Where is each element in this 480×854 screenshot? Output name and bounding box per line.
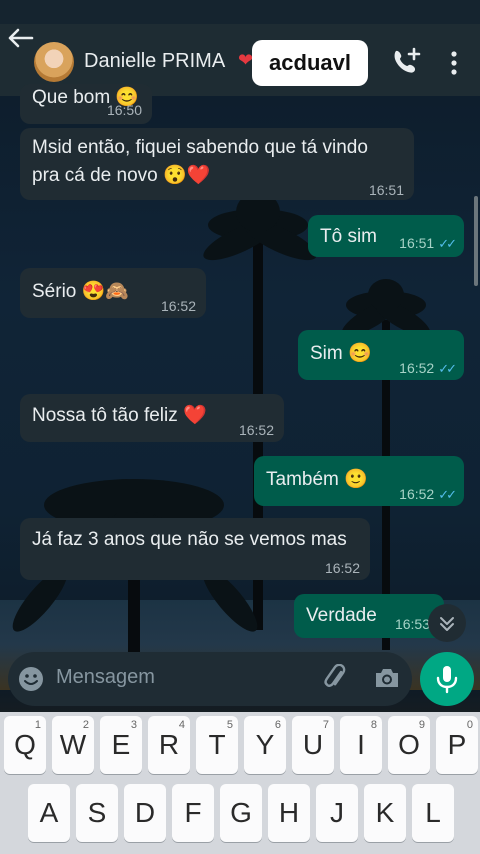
message-text-line2: pra cá de novo 😯❤️ — [32, 165, 211, 186]
camera-icon[interactable] — [374, 666, 400, 690]
contact-name-heart: ❤ — [238, 50, 254, 70]
message-outgoing[interactable]: Verdade 16:53 — [294, 594, 444, 638]
message-outgoing[interactable]: Tô sim 16:51 ✓✓ — [308, 215, 464, 257]
status-bar — [0, 0, 480, 24]
chat-scrollbar[interactable] — [474, 196, 478, 286]
message-text: Tô sim — [320, 226, 377, 247]
key-number-hint: 3 — [130, 719, 137, 731]
add-call-icon[interactable] — [390, 46, 422, 78]
key-label: P — [447, 729, 467, 760]
key-label: E — [111, 729, 131, 760]
message-time: 16:52 ✓✓ — [399, 486, 457, 502]
key-label: O — [398, 729, 420, 760]
key-label: H — [278, 797, 300, 828]
key-number-hint: 0 — [466, 719, 473, 731]
read-ticks-icon: ✓✓ — [438, 487, 457, 502]
key-d[interactable]: D — [124, 784, 166, 842]
message-text: Verdade — [306, 605, 377, 626]
key-r[interactable]: R4 — [148, 716, 190, 774]
message-time: 16:52 ✓✓ — [399, 360, 457, 376]
key-h[interactable]: H — [268, 784, 310, 842]
message-outgoing[interactable]: Também 🙂 16:52 ✓✓ — [254, 456, 464, 506]
key-label: S — [87, 797, 107, 828]
key-number-hint: 7 — [322, 719, 329, 731]
key-number-hint: 5 — [226, 719, 233, 731]
message-text-line1: Msid então, fiquei sabendo que tá vindo — [32, 137, 368, 158]
key-label: G — [230, 797, 252, 828]
microphone-icon — [436, 666, 458, 694]
key-o[interactable]: O9 — [388, 716, 430, 774]
message-time: 16:52 — [160, 298, 196, 314]
key-number-hint: 8 — [370, 719, 377, 731]
back-arrow-icon[interactable] — [6, 26, 34, 50]
message-input[interactable]: Mensagem — [56, 666, 155, 689]
message-time: 16:52 — [324, 560, 360, 576]
scroll-down-button[interactable] — [428, 604, 466, 642]
key-label: W — [59, 729, 87, 760]
message-incoming[interactable]: Sério 😍🙈 16:52 — [20, 268, 206, 318]
key-number-hint: 1 — [34, 719, 41, 731]
key-label: R — [158, 729, 180, 760]
key-u[interactable]: U7 — [292, 716, 334, 774]
message-text: Nossa tô tão feliz ❤️ — [32, 405, 207, 426]
key-g[interactable]: G — [220, 784, 262, 842]
attach-clip-icon[interactable] — [322, 664, 350, 692]
read-ticks-icon: ✓✓ — [438, 361, 457, 376]
key-label: I — [357, 729, 365, 760]
key-label: F — [184, 797, 202, 828]
avatar[interactable] — [34, 42, 74, 82]
key-label: A — [39, 797, 59, 828]
key-f[interactable]: F — [172, 784, 214, 842]
key-label: T — [208, 729, 226, 760]
key-label: Y — [255, 729, 275, 760]
message-outgoing[interactable]: Sim 😊 16:52 ✓✓ — [298, 330, 464, 380]
menu-dots-icon[interactable] — [446, 50, 462, 76]
message-incoming[interactable]: Já faz 3 anos que não se vemos mas 16:52 — [20, 518, 370, 580]
key-q[interactable]: Q1 — [4, 716, 46, 774]
message-time: 16:51 ✓✓ — [399, 235, 457, 251]
message-incoming[interactable]: Que bom 😊 16:50 — [20, 84, 152, 124]
on-screen-keyboard: Q1W2E3R4T5Y6U7I8O9P0ASDFGHJKL — [0, 712, 480, 854]
message-time: 16:50 — [106, 102, 142, 118]
emoji-icon[interactable] — [18, 666, 44, 692]
key-number-hint: 2 — [82, 719, 89, 731]
key-label: D — [134, 797, 156, 828]
mic-button[interactable] — [420, 652, 474, 706]
key-w[interactable]: W2 — [52, 716, 94, 774]
key-i[interactable]: I8 — [340, 716, 382, 774]
sticker-label: acduavl — [252, 40, 368, 86]
key-s[interactable]: S — [76, 784, 118, 842]
key-a[interactable]: A — [28, 784, 70, 842]
key-label: U — [302, 729, 324, 760]
key-k[interactable]: K — [364, 784, 406, 842]
double-chevron-down-icon — [440, 617, 454, 631]
message-text: Também 🙂 — [266, 469, 368, 490]
key-number-hint: 4 — [178, 719, 185, 731]
key-label: J — [330, 797, 344, 828]
key-t[interactable]: T5 — [196, 716, 238, 774]
message-text: Já faz 3 anos que não se vemos mas — [32, 529, 347, 550]
message-incoming[interactable]: Msid então, fiquei sabendo que tá vindo … — [20, 128, 414, 200]
key-y[interactable]: Y6 — [244, 716, 286, 774]
key-p[interactable]: P0 — [436, 716, 478, 774]
key-j[interactable]: J — [316, 784, 358, 842]
key-label: K — [375, 797, 395, 828]
message-time: 16:53 — [394, 616, 430, 632]
message-text: Sim 😊 — [310, 343, 372, 364]
key-number-hint: 9 — [418, 719, 425, 731]
key-label: L — [425, 797, 441, 828]
key-l[interactable]: L — [412, 784, 454, 842]
message-time: 16:51 — [368, 182, 404, 198]
contact-name[interactable]: Danielle PRIMA — [84, 50, 225, 73]
key-e[interactable]: E3 — [100, 716, 142, 774]
message-incoming[interactable]: Nossa tô tão feliz ❤️ 16:52 — [20, 394, 284, 442]
key-number-hint: 6 — [274, 719, 281, 731]
read-ticks-icon: ✓✓ — [438, 236, 457, 251]
message-time: 16:52 — [238, 422, 274, 438]
message-text: Sério 😍🙈 — [32, 281, 129, 302]
key-label: Q — [14, 729, 36, 760]
